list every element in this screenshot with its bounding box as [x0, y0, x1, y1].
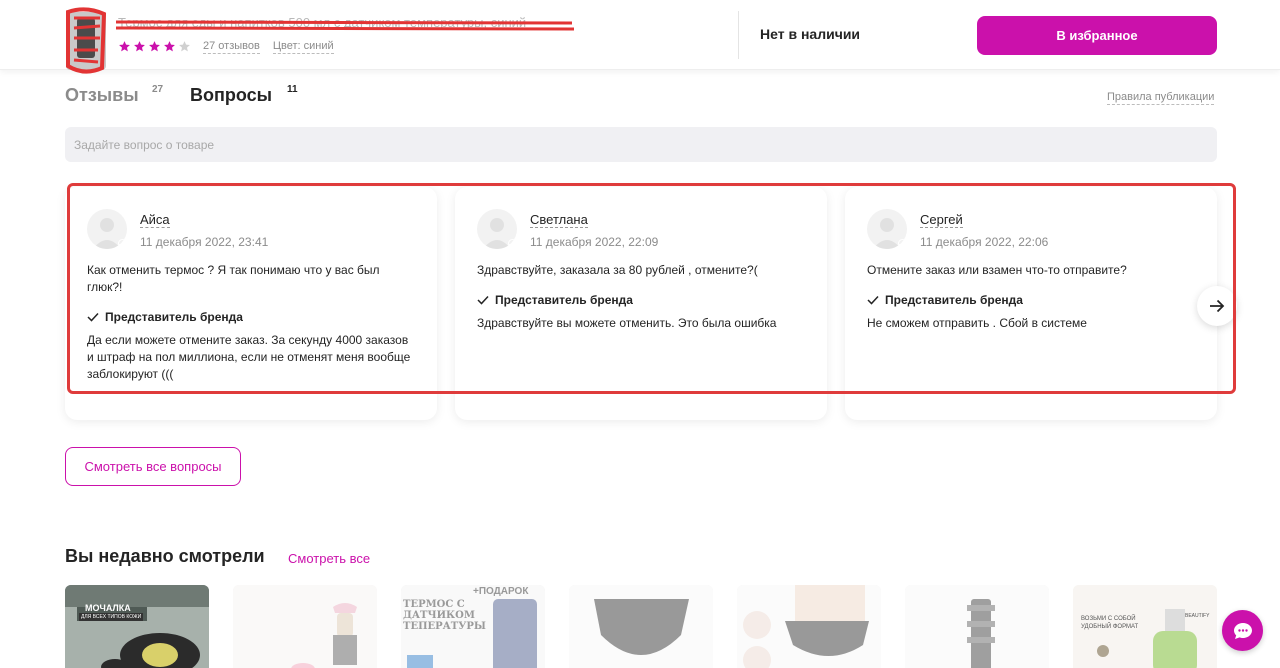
rating-stars — [118, 40, 191, 53]
tile-badge: +ПОДАРОК — [473, 586, 529, 597]
question-card: Айса 11 декабря 2022, 23:41 Как отменить… — [65, 187, 437, 420]
check-icon — [867, 295, 879, 305]
recently-viewed-title: Вы недавно смотрели — [65, 546, 265, 566]
recent-product-tile[interactable]: МОЧАЛКА ДЛЯ ВСЕХ ТИПОВ КОЖИ — [65, 585, 209, 668]
recent-product-tile[interactable]: +ПОДАРОК ТЕРМОС С ДАТЧИКОМ ТЕПЕРАТУРЫ — [401, 585, 545, 668]
question-date: 11 декабря 2022, 22:09 — [530, 235, 659, 249]
add-to-favorites-button[interactable]: В избранное — [977, 16, 1217, 55]
check-icon — [87, 312, 99, 322]
see-all-questions-button[interactable]: Смотреть все вопросы — [65, 447, 241, 486]
chat-button[interactable] — [1222, 610, 1263, 651]
product-thumbnail[interactable] — [64, 8, 108, 72]
answer-text: Да если можете отмените заказ. За секунд… — [87, 333, 411, 381]
representative-label: Представитель бренда — [105, 310, 243, 324]
star-icon — [149, 40, 160, 51]
tile-caption: ТЕРМОС С ДАТЧИКОМ ТЕПЕРАТУРЫ — [403, 599, 486, 632]
tab-questions-count: 11 — [287, 84, 298, 95]
question-author[interactable]: Сергей — [920, 212, 963, 228]
color-label: Цвет: синий — [272, 39, 334, 54]
product-sticky-header: Термос для еды и напитков 500 мл с датчи… — [0, 0, 1280, 74]
question-card: Светлана 11 декабря 2022, 22:09 Здравств… — [455, 187, 827, 420]
recent-product-tile[interactable] — [737, 585, 881, 668]
check-icon — [477, 295, 489, 305]
tab-reviews[interactable]: Отзывы — [65, 85, 139, 106]
recent-product-tile[interactable] — [569, 585, 713, 668]
tab-reviews-count: 27 — [152, 84, 164, 95]
russia-flag-icon — [508, 239, 517, 248]
question-date: 11 декабря 2022, 22:06 — [920, 235, 1049, 249]
recent-product-tile[interactable]: ВОЗЬМИ С СОБОЙ УДОБНЫЙ ФОРМАТ BEAUTIFY — [1073, 585, 1217, 668]
tile-brand: BEAUTIFY — [1185, 613, 1210, 619]
star-icon — [164, 40, 175, 51]
carousel-next-button[interactable] — [1197, 286, 1237, 326]
arrow-right-icon — [1210, 299, 1225, 313]
recently-viewed-see-all-link[interactable]: Смотреть все — [288, 551, 370, 566]
chat-bubble-icon — [1233, 622, 1252, 639]
russia-flag-icon — [898, 239, 907, 248]
representative-label: Представитель бренда — [885, 293, 1023, 307]
product-meta: 27 отзывов Цвет: синий — [118, 38, 347, 54]
star-icon — [119, 40, 130, 51]
ask-question-input[interactable] — [65, 127, 1217, 162]
publication-rules-link[interactable]: Правила публикации — [1107, 91, 1215, 105]
brand-representative: Представитель бренда — [477, 293, 633, 307]
tile-subcaption: ДЛЯ ВСЕХ ТИПОВ КОЖИ — [79, 613, 144, 621]
tile-caption: ВОЗЬМИ С СОБОЙ УДОБНЫЙ ФОРМАТ — [1081, 616, 1139, 630]
star-icon — [134, 40, 145, 51]
question-date: 11 декабря 2022, 23:41 — [140, 235, 269, 249]
divider — [738, 11, 739, 59]
question-text: Здравствуйте, заказала за 80 рублей , от… — [477, 263, 758, 277]
question-card: Сергей 11 декабря 2022, 22:06 Отмените з… — [845, 187, 1217, 420]
reviews-count-link[interactable]: 27 отзывов — [203, 39, 260, 54]
brand-representative: Представитель бренда — [867, 293, 1023, 307]
question-text: Отмените заказ или взамен что-то отправи… — [867, 263, 1127, 277]
question-text: Как отменить термос ? Я так понимаю что … — [87, 263, 380, 294]
tile-caption: МОЧАЛКА — [85, 603, 131, 613]
tab-questions[interactable]: Вопросы — [190, 85, 272, 106]
question-author[interactable]: Айса — [140, 212, 170, 228]
recent-product-tile[interactable] — [905, 585, 1049, 668]
russia-flag-icon — [118, 239, 127, 248]
recent-product-tile[interactable] — [233, 585, 377, 668]
star-icon — [179, 40, 190, 51]
answer-text: Здравствуйте вы можете отменить. Это был… — [477, 316, 777, 330]
answer-text: Не сможем отправить . Сбой в системе — [867, 316, 1087, 330]
question-author[interactable]: Светлана — [530, 212, 588, 228]
brand-representative: Представитель бренда — [87, 310, 243, 324]
stock-status: Нет в наличии — [760, 26, 861, 42]
representative-label: Представитель бренда — [495, 293, 633, 307]
product-title[interactable]: Термос для еды и напитков 500 мл с датчи… — [118, 14, 573, 32]
